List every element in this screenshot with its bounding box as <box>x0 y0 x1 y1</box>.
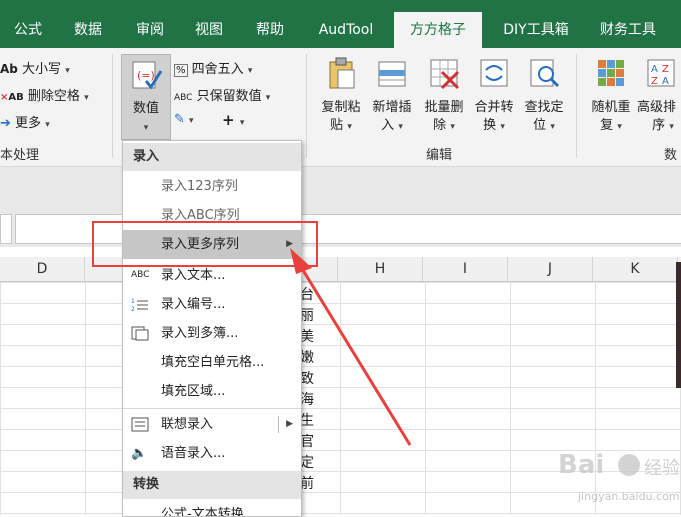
insert-row-icon <box>378 61 406 87</box>
case-button[interactable]: Ab 大小写 ▾ <box>0 58 70 77</box>
advanced-sort-button[interactable]: A Z Z A 高级排 序 ▾ <box>637 54 681 138</box>
keep-value-button[interactable]: ABC 只保留数值 ▾ <box>174 85 270 104</box>
cell-text: 官 <box>300 434 314 450</box>
more-button[interactable]: ➔ 更多 ▾ <box>0 112 50 131</box>
multi-workbook-icon <box>131 326 149 341</box>
cell-text: 致 <box>300 371 314 387</box>
cell-text: 丽 <box>300 308 314 324</box>
merge-convert-button[interactable]: 合并转 换 ▾ <box>468 54 520 138</box>
round-button[interactable]: % 四舍五入 ▾ <box>174 58 252 77</box>
highlight-box <box>92 221 318 267</box>
tab-audtool[interactable]: AudTool <box>306 12 386 48</box>
copy-paste-button[interactable]: 复制粘 贴 ▾ <box>316 54 366 138</box>
menu-item-formula-text-convert[interactable]: 公式-文本转换 <box>123 500 301 516</box>
submenu-arrow-icon: ▶ <box>286 419 293 429</box>
chevron-down-icon: ▾ <box>239 118 245 128</box>
cell-text: 嫩 <box>300 350 314 366</box>
cell-text: 台 <box>300 287 314 303</box>
batch-delete-button[interactable]: 批量删 除 ▾ <box>418 54 470 138</box>
random-icon <box>598 60 624 86</box>
group-divider <box>306 54 307 158</box>
window-edge <box>676 262 681 388</box>
arrow-right-icon: ➔ <box>0 116 11 131</box>
column-header-i[interactable]: I <box>423 257 508 281</box>
paw-icon <box>618 454 640 476</box>
merge-convert-icon <box>480 59 508 87</box>
edit-icon-button[interactable]: ✎ ▾ <box>174 112 194 127</box>
svg-text:Z: Z <box>662 64 669 75</box>
tab-view[interactable]: 视图 <box>184 12 234 48</box>
chevron-down-icon: ▾ <box>189 116 194 126</box>
find-locate-button[interactable]: 查找定 位 ▾ <box>518 54 570 138</box>
svg-text:1: 1 <box>131 298 135 305</box>
menu-item-fill-blank-cells[interactable]: 填充空白单元格... <box>123 348 301 377</box>
chevron-down-icon: ▾ <box>247 66 253 76</box>
ribbon: Ab 大小写 ▾ ×AB 删除空格 ▾ ➔ 更多 ▾ 本处理 (=) 数值 ▾ … <box>0 48 681 167</box>
tab-data[interactable]: 数据 <box>60 12 116 48</box>
round-icon: % <box>174 64 188 77</box>
tab-fangfang-gezi[interactable]: 方方格子 <box>394 12 482 48</box>
random-repeat-button[interactable]: 随机重 复 ▾ <box>585 54 637 138</box>
abc-icon: ABC <box>131 270 150 280</box>
clipboard-icon <box>329 57 355 89</box>
svg-text:A: A <box>651 64 658 75</box>
magnifier-icon <box>530 59 560 88</box>
menu-item-fill-range[interactable]: 填充区域... <box>123 377 301 406</box>
column-header-d[interactable]: D <box>0 257 85 281</box>
tab-diy-toolbox[interactable]: DIY工具箱 <box>490 12 582 48</box>
cell-text: 前 <box>300 476 314 492</box>
remove-space-icon: ×AB <box>0 92 24 103</box>
tab-help[interactable]: 帮助 <box>244 12 296 48</box>
name-box[interactable] <box>0 214 12 244</box>
sort-az-icon: A Z Z A <box>647 59 675 87</box>
cell-text: 美 <box>300 329 314 345</box>
remove-space-button[interactable]: ×AB 删除空格 ▾ <box>0 85 89 104</box>
column-header-k[interactable]: K <box>593 257 678 281</box>
menu-item-voice-input[interactable]: 🔈 语音录入... <box>123 439 301 468</box>
numbered-list-icon: 1 2 <box>131 298 148 312</box>
speaker-icon: 🔈 <box>131 446 148 461</box>
abc-icon: ABC <box>174 93 193 103</box>
tab-review[interactable]: 审阅 <box>126 12 174 48</box>
column-header-j[interactable]: J <box>508 257 593 281</box>
value-dropdown-menu: 录入 录入123序列 录入ABC序列 录入更多序列 ▶ ABC 录入文本... 1… <box>122 140 302 517</box>
edit-group-label: 编辑 <box>426 148 453 163</box>
menu-item-input-to-workbooks[interactable]: 录入到多簿... <box>123 319 301 348</box>
chevron-down-icon: ▾ <box>65 66 70 76</box>
svg-text:2: 2 <box>131 306 135 312</box>
group-divider <box>576 54 577 158</box>
menu-section-convert: 转换 <box>123 471 301 499</box>
menu-divider <box>123 408 301 409</box>
column-header-h[interactable]: H <box>338 257 423 281</box>
chevron-down-icon: ▾ <box>84 93 89 103</box>
associative-input-icon <box>131 417 149 432</box>
plus-button[interactable]: + ▾ <box>222 111 244 129</box>
menu-item-associative-input[interactable]: 联想录入 ▶ <box>123 410 301 439</box>
chevron-down-icon: ▾ <box>45 120 50 130</box>
value-icon: (=) <box>132 61 162 90</box>
delete-grid-icon <box>430 59 460 90</box>
group-divider <box>112 54 113 158</box>
case-icon: Ab <box>0 62 18 76</box>
insert-button[interactable]: 新增插 入 ▾ <box>366 54 418 138</box>
menu-item-input-number[interactable]: 1 2 录入编号... <box>123 290 301 319</box>
baidu-watermark: Bai 经验 jingyan.baidu.com <box>558 450 680 503</box>
chevron-down-icon: ▾ <box>143 123 149 133</box>
cell-text: 生 <box>300 413 314 429</box>
value-button[interactable]: (=) 数值 ▾ <box>121 54 171 140</box>
chevron-down-icon: ▾ <box>265 93 271 103</box>
data-group-label: 数 <box>664 148 678 163</box>
tab-formulas[interactable]: 公式 <box>4 12 52 48</box>
edit-icon: ✎ <box>174 112 185 127</box>
ribbon-tab-bar: 公式 数据 审阅 视图 帮助 AudTool 方方格子 DIY工具箱 财务工具 <box>0 0 681 48</box>
text-process-group-label: 本处理 <box>0 148 40 163</box>
svg-text:Z: Z <box>651 76 658 87</box>
menu-item-input-123-sequence[interactable]: 录入123序列 <box>123 172 301 201</box>
cell-text: 海 <box>300 392 314 408</box>
svg-text:(=): (=) <box>137 69 155 82</box>
menu-section-input: 录入 <box>123 143 301 171</box>
cell-text: 定 <box>300 455 314 471</box>
tab-finance-tools[interactable]: 财务工具 <box>590 12 666 48</box>
svg-text:A: A <box>662 76 669 87</box>
